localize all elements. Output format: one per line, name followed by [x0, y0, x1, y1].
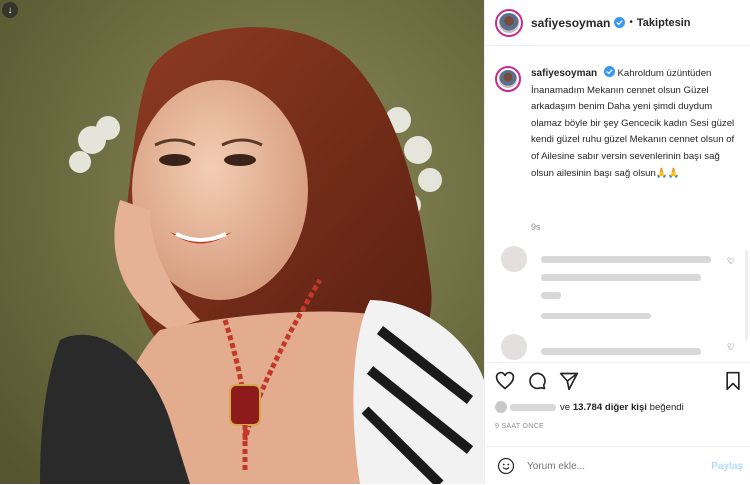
comment-like-icon[interactable]: ♡ — [727, 342, 735, 353]
post-time-ago[interactable]: 9 SAAT ÖNCE — [495, 423, 544, 430]
post-comment-button[interactable]: Paylaş — [711, 461, 743, 472]
bookmark-icon[interactable] — [723, 371, 743, 391]
caption-text-block: safiyesoyman Kahroldum üzüntüden İnanama… — [531, 66, 741, 182]
caption-username[interactable]: safiyesoyman — [531, 68, 597, 79]
comment-bar: Paylaş — [485, 446, 750, 485]
separator-dot: • — [629, 17, 633, 28]
likes-verb: beğendi — [649, 401, 684, 413]
likes-rest[interactable]: diğer kişi — [605, 402, 647, 413]
smile-icon[interactable] — [497, 457, 515, 475]
comment-blurred-text — [541, 342, 701, 360]
heart-icon[interactable] — [495, 371, 515, 391]
likes-and: ve — [560, 401, 571, 413]
instagram-post-view: ↓ safiyesoyman • Takiptesin safiyesoyman… — [0, 0, 750, 484]
comment-icon[interactable] — [527, 371, 547, 391]
caption-block: safiyesoyman Kahroldum üzüntüden İnanama… — [495, 66, 741, 182]
avatar[interactable] — [495, 8, 523, 37]
post-side-panel: safiyesoyman • Takiptesin safiyesoyman K… — [484, 0, 750, 484]
portrait-image — [0, 0, 484, 484]
avatar[interactable] — [501, 246, 527, 272]
verified-badge-icon — [603, 66, 615, 77]
blurred-liker-name — [510, 403, 556, 411]
header-username[interactable]: safiyesoyman — [531, 16, 610, 30]
likes-count[interactable]: 13.784 — [573, 402, 602, 413]
corner-info-icon[interactable]: ↓ — [2, 2, 18, 18]
post-photo[interactable]: ↓ — [0, 0, 484, 484]
follow-status[interactable]: Takiptesin — [637, 17, 691, 29]
comment-like-icon[interactable]: ♡ — [727, 256, 735, 267]
comment-blurred-meta — [541, 306, 651, 324]
comment-input[interactable] — [525, 459, 679, 473]
caption-text: Kahroldum üzüntüden İnanamadım Mekanın c… — [531, 68, 735, 179]
caption-time: 9s — [531, 222, 541, 232]
comment-blurred-text — [541, 250, 721, 304]
verified-badge-icon — [614, 17, 626, 28]
likes-summary[interactable]: ve 13.784 diğer kişi beğendi — [495, 401, 684, 413]
post-header: safiyesoyman • Takiptesin — [485, 0, 750, 46]
avatar[interactable] — [501, 334, 527, 360]
scrollbar[interactable] — [745, 250, 748, 340]
share-icon[interactable] — [559, 371, 579, 391]
avatar — [495, 401, 507, 413]
avatar[interactable] — [495, 66, 521, 92]
